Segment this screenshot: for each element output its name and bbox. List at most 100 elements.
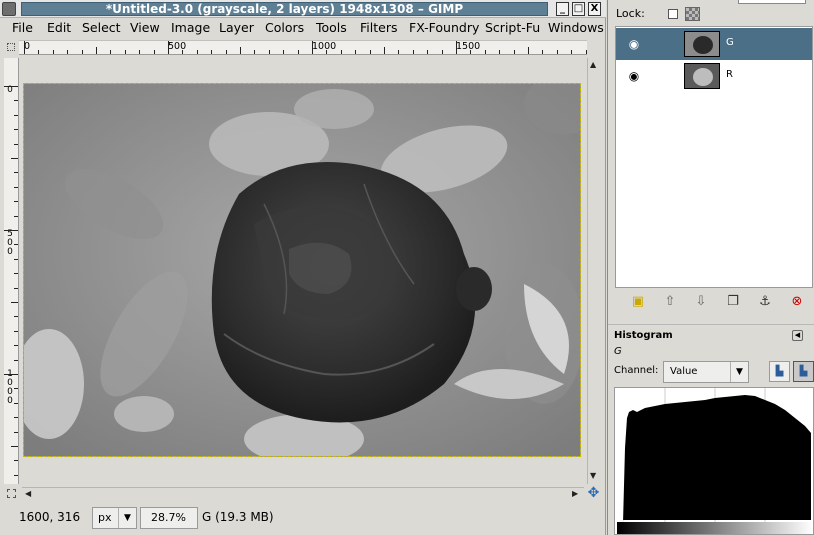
- linear-histogram-icon[interactable]: ▙: [769, 361, 790, 382]
- ruler-tick: [14, 345, 18, 347]
- ruler-tick: [96, 47, 97, 54]
- horizontal-ruler[interactable]: 0 500 1000 1500: [19, 40, 587, 55]
- ruler-tick: [14, 273, 18, 275]
- menu-file[interactable]: File: [12, 20, 33, 36]
- ruler-tick: [14, 186, 18, 188]
- ruler-tick: [153, 50, 155, 54]
- menu-tools[interactable]: Tools: [316, 20, 347, 36]
- menu-script-fu[interactable]: Script-Fu: [485, 20, 540, 36]
- layer-name: R: [726, 69, 733, 80]
- ruler-tick: [67, 50, 69, 54]
- log-histogram-icon[interactable]: ▙: [793, 361, 814, 382]
- zoom-field[interactable]: 28.7%: [140, 507, 198, 529]
- histogram-title: Histogram: [614, 330, 673, 341]
- ruler-tick: [14, 316, 18, 318]
- vertical-ruler[interactable]: 0 500 1000: [4, 58, 19, 484]
- unit-selector[interactable]: px ▼: [92, 507, 137, 529]
- scroll-down-arrow-icon[interactable]: ▼: [590, 471, 596, 481]
- ruler-tick: [182, 50, 184, 54]
- duplicate-layer-icon[interactable]: ❐: [724, 293, 742, 311]
- ruler-tick: [412, 50, 414, 54]
- ruler-tick: [14, 100, 18, 102]
- horizontal-scrollbar[interactable]: ◀ ▶: [22, 487, 584, 499]
- menu-colors[interactable]: Colors: [265, 20, 304, 36]
- delete-icon[interactable]: ⊗: [788, 293, 806, 311]
- quick-mask-toggle[interactable]: [4, 486, 19, 501]
- image-window: *Untitled-3.0 (grayscale, 2 layers) 1948…: [0, 0, 606, 535]
- ruler-tick: [456, 41, 457, 54]
- ruler-tick: [14, 287, 18, 289]
- ruler-label-1500: 1500: [456, 41, 481, 52]
- menu-select[interactable]: Select: [82, 20, 121, 36]
- menu-edit[interactable]: Edit: [47, 20, 71, 36]
- scroll-up-arrow-icon[interactable]: ▲: [590, 60, 596, 70]
- vruler-label-0: 0: [7, 85, 13, 95]
- channel-select[interactable]: Value ▼: [663, 361, 749, 383]
- anchor-icon[interactable]: ⚓: [756, 293, 774, 311]
- histogram-view: [614, 387, 814, 535]
- ruler-tick: [124, 50, 126, 54]
- menu-image[interactable]: Image: [171, 20, 210, 36]
- chevron-down-icon: ▼: [118, 508, 136, 528]
- unit-value: px: [98, 511, 112, 524]
- status-info: G (19.3 MB): [202, 510, 274, 524]
- menu-fx-foundry[interactable]: FX-Foundry: [409, 20, 479, 36]
- ruler-tick: [4, 374, 18, 375]
- ruler-tick: [427, 50, 429, 54]
- vruler-label-1000: 1000: [7, 370, 13, 406]
- ruler-tick: [14, 460, 18, 462]
- mode-field[interactable]: [738, 0, 806, 4]
- image-canvas[interactable]: [23, 83, 581, 457]
- ruler-tick: [24, 41, 25, 54]
- lock-alpha-icon[interactable]: [685, 7, 700, 21]
- ruler-tick: [14, 215, 18, 217]
- ruler-tick: [11, 446, 18, 447]
- ruler-tick: [326, 50, 328, 54]
- ruler-tick: [340, 50, 342, 54]
- canvas-area[interactable]: [20, 58, 587, 484]
- maximize-button[interactable]: □: [572, 2, 585, 16]
- eye-icon[interactable]: ◉: [626, 69, 642, 83]
- lower-layer-icon[interactable]: ⇩: [692, 293, 710, 311]
- close-window-button[interactable]: X: [588, 2, 601, 16]
- ruler-tick: [14, 114, 18, 116]
- ruler-tick: [268, 50, 270, 54]
- ruler-tick: [369, 50, 371, 54]
- status-bar: 1600, 316 px ▼ 28.7% G (19.3 MB): [0, 502, 605, 535]
- ruler-tick: [211, 50, 213, 54]
- new-layer-icon[interactable]: ▣: [629, 293, 647, 311]
- raise-layer-icon[interactable]: ⇧: [661, 293, 679, 311]
- window-menu-icon[interactable]: [2, 2, 16, 16]
- layer-row-g[interactable]: ◉ G: [616, 28, 812, 60]
- layer-buttons: ▣ ⇧ ⇩ ❐ ⚓ ⊗: [615, 291, 813, 313]
- menu-filters[interactable]: Filters: [360, 20, 397, 36]
- ruler-tick: [14, 244, 18, 246]
- menu-layer[interactable]: Layer: [219, 20, 254, 36]
- minimize-button[interactable]: _: [556, 2, 569, 16]
- ruler-corner-button[interactable]: [4, 40, 19, 55]
- ruler-tick: [312, 41, 313, 54]
- ruler-tick: [398, 50, 400, 54]
- ruler-tick: [14, 431, 18, 433]
- ruler-tick: [484, 50, 486, 54]
- eye-icon[interactable]: ◉: [626, 37, 642, 51]
- menu-windows[interactable]: Windows: [548, 20, 604, 36]
- scroll-left-arrow-icon[interactable]: ◀: [25, 489, 31, 499]
- vertical-scrollbar[interactable]: ▲ ▼: [587, 58, 599, 484]
- navigate-icon[interactable]: ✥: [586, 486, 601, 501]
- menu-view[interactable]: View: [130, 20, 160, 36]
- channel-value: Value: [670, 366, 698, 377]
- scroll-right-arrow-icon[interactable]: ▶: [572, 489, 578, 499]
- lock-pixels-checkbox[interactable]: [668, 9, 678, 19]
- tab-menu-icon[interactable]: ◀: [792, 330, 803, 341]
- ruler-tick: [11, 158, 18, 159]
- ruler-tick: [14, 359, 18, 361]
- title-bar[interactable]: *Untitled-3.0 (grayscale, 2 layers) 1948…: [0, 0, 606, 18]
- vruler-label-500: 500: [7, 229, 13, 257]
- pointer-coordinates: 1600, 316: [19, 510, 81, 524]
- histogram-layer-name: G: [614, 346, 622, 357]
- ruler-tick: [528, 47, 529, 54]
- ruler-tick: [14, 201, 18, 203]
- layer-row-r[interactable]: ◉ R: [616, 60, 812, 92]
- ruler-tick: [283, 50, 285, 54]
